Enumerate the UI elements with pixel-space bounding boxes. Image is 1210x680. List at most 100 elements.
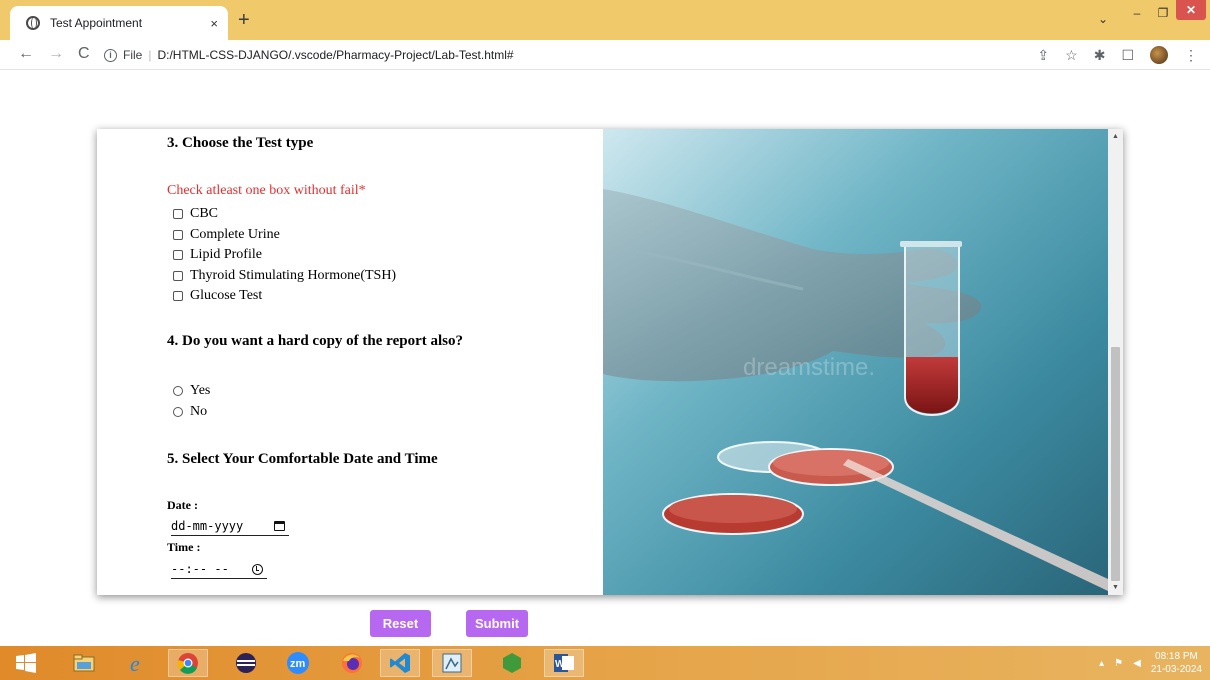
checkbox-label: Complete Urine <box>190 226 280 242</box>
checkbox-label: CBC <box>190 206 219 222</box>
scroll-down-arrow-icon[interactable]: ▼ <box>1112 584 1119 591</box>
scroll-up-arrow-icon[interactable]: ▲ <box>1112 133 1119 140</box>
taskbar-file-explorer[interactable] <box>64 649 104 677</box>
scroll-thumb[interactable] <box>1111 347 1120 581</box>
tab-close-button[interactable]: × <box>210 16 218 31</box>
taskbar-chrome[interactable] <box>168 649 208 677</box>
hard-copy-heading: 4. Do you want a hard copy of the report… <box>167 333 463 349</box>
svg-text:zm: zm <box>290 658 306 670</box>
new-tab-button[interactable]: + <box>238 10 250 30</box>
date-placeholder: dd-mm-yyyy <box>171 519 244 533</box>
reset-button[interactable]: Reset <box>370 610 431 637</box>
date-label: Date : <box>167 498 198 512</box>
firefox-icon <box>342 653 362 673</box>
submit-button[interactable]: Submit <box>466 610 528 637</box>
date-time-heading: 5. Select Your Comfortable Date and Time <box>167 451 438 467</box>
radio-label: No <box>190 403 208 419</box>
checkbox[interactable] <box>173 229 183 240</box>
bookmark-star-icon[interactable]: ☆ <box>1065 47 1078 64</box>
required-warning: Check atleast one box without fail* <box>167 183 366 198</box>
flag-icon[interactable]: ⚑ <box>1114 658 1123 669</box>
tab-search-button[interactable]: ⌄ <box>1098 12 1108 26</box>
folder-icon <box>73 654 95 672</box>
checkbox-label: Thyroid Stimulating Hormone(TSH) <box>190 267 397 283</box>
taskbar-internet-explorer[interactable]: e <box>118 649 158 677</box>
taskbar-word[interactable]: W <box>544 649 584 677</box>
maximize-button[interactable]: ❐ <box>1150 2 1176 24</box>
radio-button[interactable] <box>173 386 183 397</box>
taskbar-node[interactable] <box>492 649 532 677</box>
navigation-bar: ← → C i File | D:/HTML-CSS-DJANGO/.vscod… <box>0 40 1210 70</box>
taskbar-zoom[interactable]: zm <box>278 649 318 677</box>
lab-illustration: dreamstime. <box>603 129 1108 595</box>
taskbar-snipping-tool[interactable] <box>432 649 472 677</box>
test-option-glucose[interactable]: Glucose Test <box>173 286 396 307</box>
url-scheme-label: File <box>123 48 143 62</box>
menu-icon[interactable]: ⋮ <box>1184 47 1198 64</box>
hard-copy-radios: Yes No <box>173 381 210 422</box>
toolbar-icons: ⇪ ☆ ✱ ☐ ⋮ <box>1037 46 1198 64</box>
share-icon[interactable]: ⇪ <box>1037 47 1049 64</box>
tray-expand-icon[interactable]: ▴ <box>1099 658 1104 669</box>
globe-icon <box>26 16 40 30</box>
snipping-tool-icon <box>442 653 462 673</box>
clock-time: 08:18 PM <box>1155 651 1198 662</box>
hard-copy-yes[interactable]: Yes <box>173 381 210 402</box>
extensions-icon[interactable]: ✱ <box>1094 47 1106 64</box>
time-label: Time : <box>167 540 201 554</box>
tab-title: Test Appointment <box>50 16 143 30</box>
nodejs-icon <box>503 653 521 673</box>
volume-icon[interactable]: ◀ <box>1133 658 1141 669</box>
time-input[interactable]: --:-- -- <box>171 560 267 579</box>
form-pane: 3. Choose the Test type Check atleast on… <box>97 129 603 595</box>
chrome-icon <box>177 653 198 674</box>
appointment-card: 3. Choose the Test type Check atleast on… <box>97 129 1123 595</box>
system-clock[interactable]: 08:18 PM 21-03-2024 <box>1151 650 1202 676</box>
system-tray: ▴ ⚑ ◀ 08:18 PM 21-03-2024 <box>1099 650 1202 676</box>
tab-strip: Test Appointment × + ⌄ – ❐ ✕ <box>0 0 1210 40</box>
url-separator: | <box>148 48 152 62</box>
test-option-lipid-profile[interactable]: Lipid Profile <box>173 245 396 266</box>
profile-avatar[interactable] <box>1150 46 1168 64</box>
start-button[interactable] <box>6 649 46 677</box>
date-input[interactable]: dd-mm-yyyy <box>171 517 289 536</box>
clock-icon[interactable] <box>252 563 263 575</box>
info-icon[interactable]: i <box>104 48 117 62</box>
zoom-icon: zm <box>287 652 309 674</box>
radio-label: Yes <box>190 383 211 399</box>
scrollbar[interactable]: ▲ ▼ <box>1108 129 1123 595</box>
test-option-complete-urine[interactable]: Complete Urine <box>173 225 396 246</box>
lab-test-image: dreamstime. <box>603 129 1108 595</box>
test-option-cbc[interactable]: CBC <box>173 204 396 225</box>
checkbox[interactable] <box>173 270 183 281</box>
side-panel-icon[interactable]: ☐ <box>1121 47 1134 64</box>
calendar-icon[interactable] <box>274 521 285 531</box>
checkbox[interactable] <box>173 250 183 261</box>
forward-button[interactable]: → <box>48 44 64 64</box>
checkbox[interactable] <box>173 291 183 302</box>
svg-text:W: W <box>555 659 565 670</box>
internet-explorer-icon: e <box>130 652 140 674</box>
test-type-checkboxes: CBC Complete Urine Lipid Profile Thyroid… <box>173 204 396 307</box>
taskbar-eclipse[interactable] <box>226 649 266 677</box>
vscode-icon <box>390 653 410 673</box>
close-window-button[interactable]: ✕ <box>1176 0 1206 20</box>
checkbox-label: Lipid Profile <box>190 247 262 263</box>
test-option-tsh[interactable]: Thyroid Stimulating Hormone(TSH) <box>173 266 396 287</box>
hard-copy-no[interactable]: No <box>173 402 210 423</box>
windows-logo-icon <box>16 653 36 673</box>
browser-tab[interactable]: Test Appointment × <box>10 6 228 40</box>
taskbar-vscode[interactable] <box>380 649 420 677</box>
checkbox[interactable] <box>173 209 183 220</box>
eclipse-icon <box>236 653 256 673</box>
minimize-button[interactable]: – <box>1124 2 1150 24</box>
radio-button[interactable] <box>173 406 183 417</box>
clock-date: 21-03-2024 <box>1150 664 1202 675</box>
watermark-text: dreamstime. <box>743 354 875 381</box>
back-button[interactable]: ← <box>18 44 34 64</box>
taskbar: e zm W ▴ ⚑ ◀ 08:18 PM 21-03-2024 <box>0 646 1210 680</box>
address-bar[interactable]: i File | D:/HTML-CSS-DJANGO/.vscode/Phar… <box>104 43 1104 67</box>
reload-button[interactable]: C <box>78 44 90 64</box>
url-text[interactable]: D:/HTML-CSS-DJANGO/.vscode/Pharmacy-Proj… <box>157 48 513 62</box>
taskbar-firefox[interactable] <box>332 649 372 677</box>
